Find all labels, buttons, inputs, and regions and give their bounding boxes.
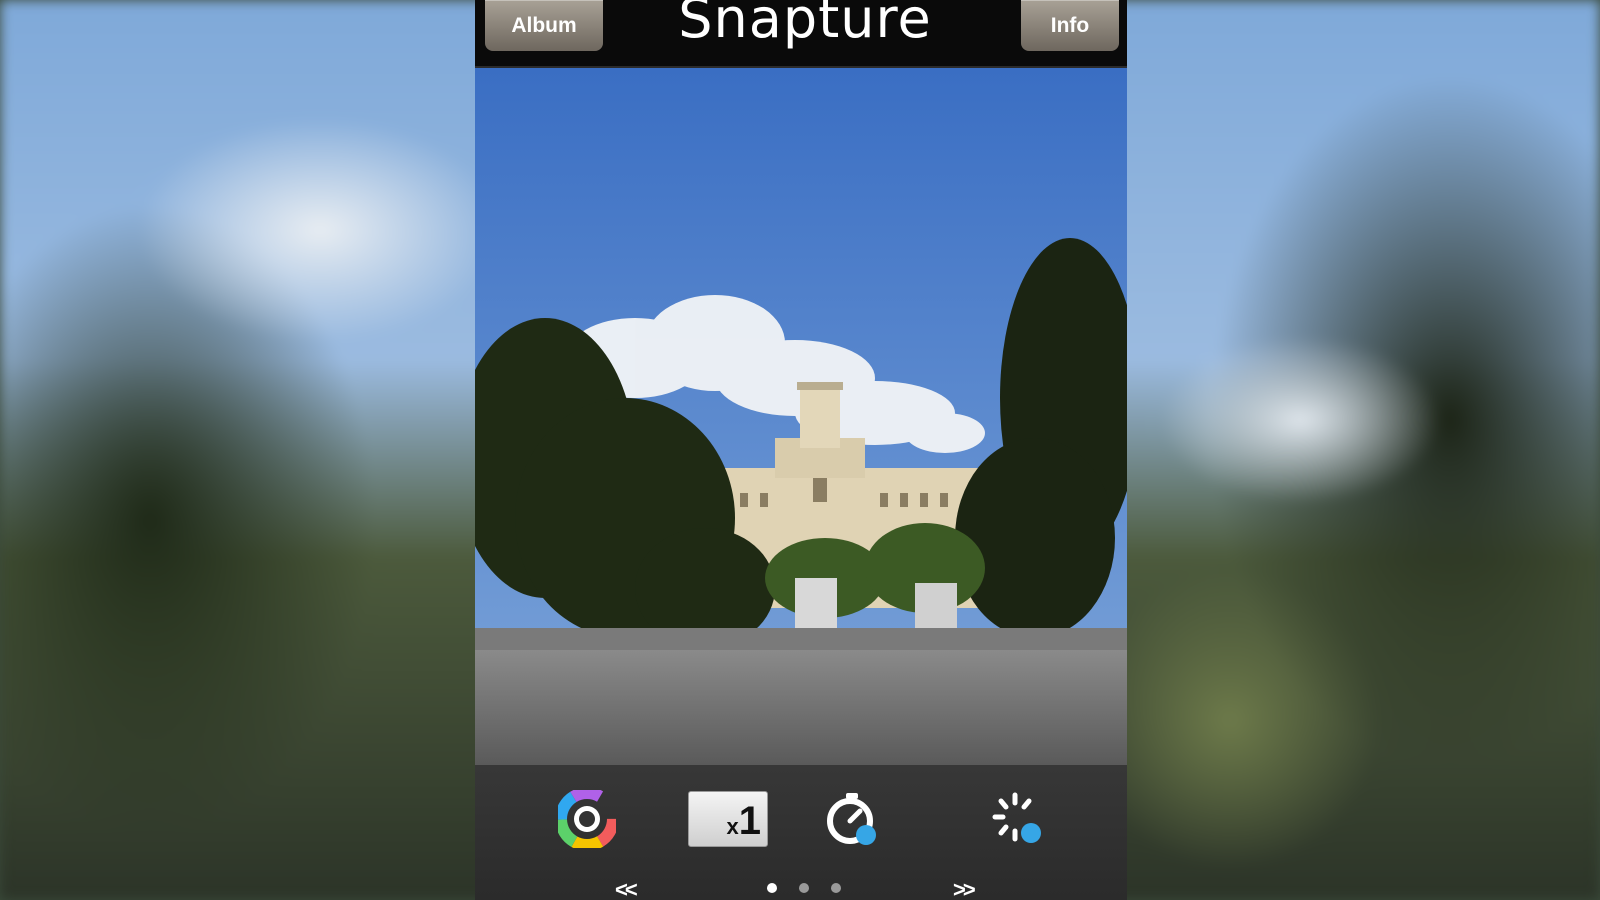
- page-dot-3[interactable]: [831, 883, 841, 893]
- page-dot-2[interactable]: [799, 883, 809, 893]
- next-page-button[interactable]: >>: [953, 877, 976, 900]
- zoom-button[interactable]: x1: [687, 787, 769, 851]
- camera-viewfinder[interactable]: [475, 68, 1127, 765]
- album-button[interactable]: Album: [485, 0, 603, 51]
- zoom-level: x1: [726, 799, 762, 843]
- page-dot-1[interactable]: [767, 883, 777, 893]
- top-bar: Album Snapture Info: [475, 0, 1127, 68]
- live-camera-preview: [475, 68, 1127, 765]
- info-button[interactable]: Info: [1021, 0, 1119, 51]
- phone-screen: Album Snapture Info x1 << >>: [475, 0, 1127, 900]
- camera-controls: x1 << >>: [475, 765, 1127, 900]
- previous-page-button[interactable]: <<: [615, 877, 638, 900]
- zoom-indicator: x1: [688, 791, 768, 847]
- app-logo: Snapture: [678, 0, 932, 50]
- page-indicator: << >>: [475, 877, 1127, 900]
- self-timer-icon[interactable]: [820, 787, 884, 851]
- burst-mode-icon[interactable]: [985, 787, 1049, 851]
- color-wheel-icon[interactable]: [555, 787, 619, 851]
